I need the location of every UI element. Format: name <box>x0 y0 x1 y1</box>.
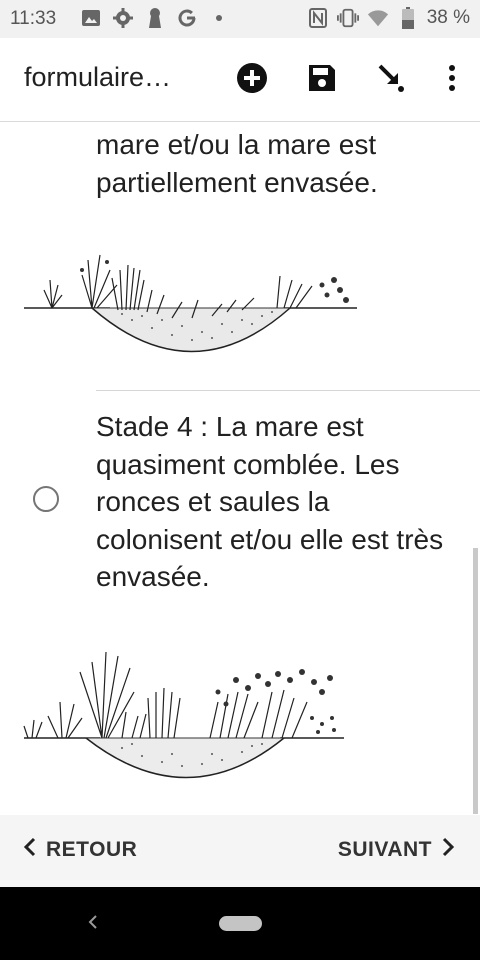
google-icon <box>176 6 198 30</box>
save-button[interactable] <box>298 58 346 102</box>
wifi-icon <box>367 6 389 30</box>
scrollbar[interactable] <box>473 548 478 814</box>
battery-percent: 38 % <box>426 7 470 28</box>
go-to-icon <box>377 63 407 98</box>
stage3-pond-illustration <box>24 254 357 353</box>
home-pill-button[interactable] <box>219 916 262 931</box>
stage4-pond-illustration <box>23 651 344 779</box>
battery-icon <box>397 6 419 30</box>
chevron-right-icon <box>442 837 455 863</box>
system-navigation-bar <box>0 887 480 960</box>
stage4-radio[interactable] <box>33 486 59 512</box>
stage3-label: mare et/ou la mare est partiellement env… <box>96 129 378 198</box>
status-bar: 11:33 38 % <box>0 0 480 38</box>
back-button[interactable]: RETOUR <box>23 837 138 863</box>
back-button-label: RETOUR <box>46 838 138 861</box>
more-options-button[interactable] <box>438 58 466 102</box>
form-navigation-bar: RETOUR SUIVANT <box>0 815 480 887</box>
keyhole-icon <box>144 6 166 30</box>
chevron-left-icon <box>23 837 36 863</box>
next-button[interactable]: SUIVANT <box>337 837 455 863</box>
add-circle-icon <box>236 62 268 99</box>
settings-icon <box>112 6 134 30</box>
image-icon <box>80 6 102 30</box>
status-time: 11:33 <box>10 8 57 29</box>
form-content[interactable]: mare et/ou la mare est partiellement env… <box>0 122 480 814</box>
form-title: formulaire… <box>24 62 172 92</box>
dot-icon <box>208 6 230 30</box>
option-separator <box>96 390 480 391</box>
more-vert-icon <box>448 64 456 96</box>
nfc-icon <box>307 6 329 30</box>
vibrate-icon <box>336 6 359 30</box>
go-to-button[interactable] <box>368 58 416 102</box>
next-button-label: SUIVANT <box>337 838 432 861</box>
stage4-label: Stade 4 : La mare est quasiment comblée.… <box>96 411 444 592</box>
app-bar: formulaire… <box>0 38 480 122</box>
add-button[interactable] <box>228 58 276 102</box>
save-icon <box>307 63 337 98</box>
system-back-icon[interactable] <box>88 913 98 936</box>
